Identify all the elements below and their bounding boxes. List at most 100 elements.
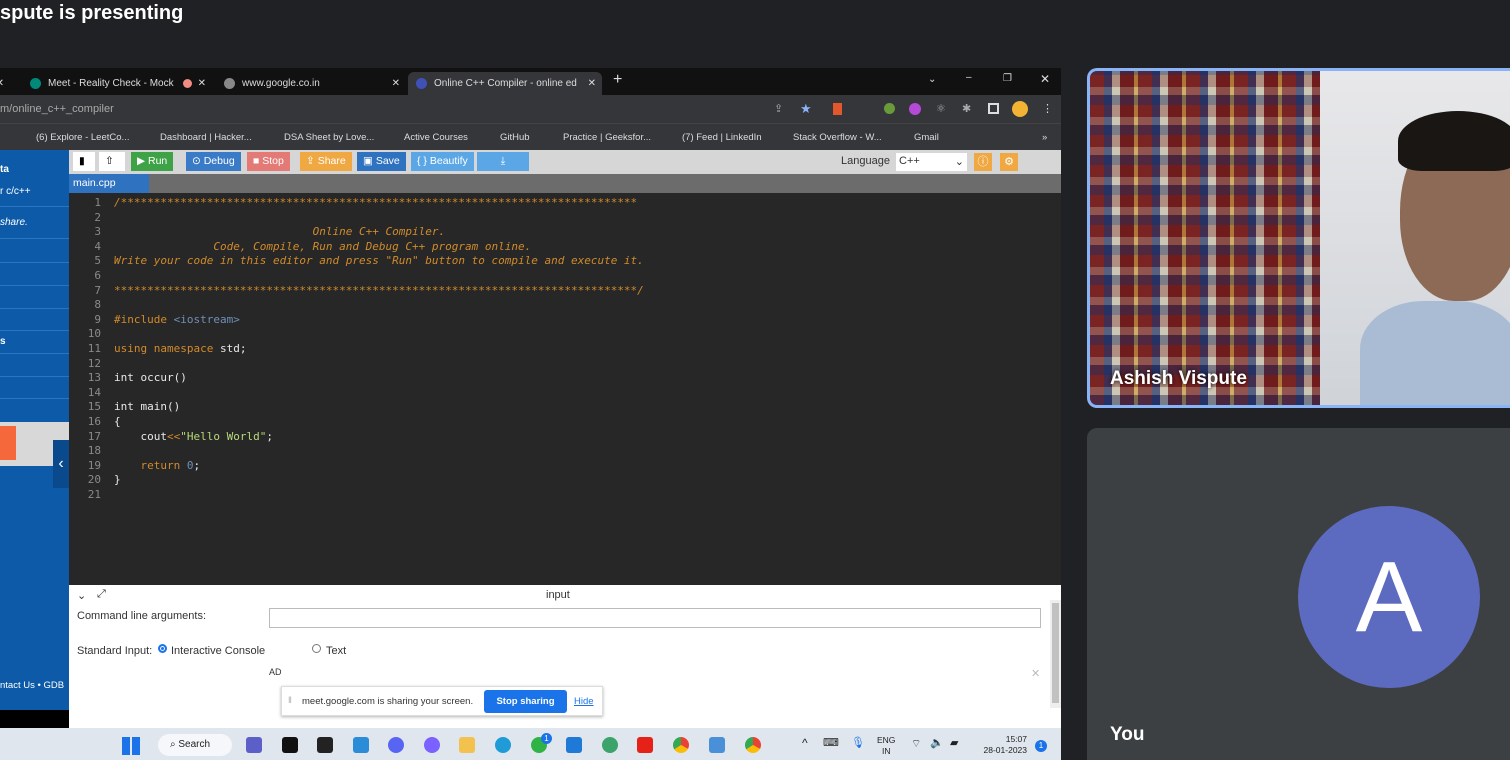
sidebar-item[interactable]: s	[0, 336, 6, 347]
upload-button[interactable]: ⇧	[99, 152, 125, 171]
language-select[interactable]: C++ ⌄	[896, 153, 967, 171]
vscode-icon[interactable]	[566, 737, 582, 753]
radio-text[interactable]	[312, 644, 321, 653]
code-line[interactable]: return 0;	[114, 459, 200, 472]
tab-google[interactable]: www.google.co.in ✕	[216, 72, 406, 95]
tab-meet[interactable]: Meet - Reality Check - Mock ✕	[22, 72, 212, 95]
radio-console[interactable]	[158, 644, 167, 653]
bookmark[interactable]: Gmail	[914, 124, 939, 151]
close-icon[interactable]: ✕	[0, 72, 4, 95]
menu-icon[interactable]: ⋮	[1042, 95, 1053, 123]
address-bar[interactable]: m/online_c++_compiler ⇪ ★ ⚛ ✱ ⋮	[0, 95, 1061, 123]
code-line[interactable]: using namespace std;	[114, 342, 246, 355]
expand-icon[interactable]: ⤢	[97, 588, 106, 601]
minimize-button[interactable]: –	[966, 72, 972, 83]
youtube-icon[interactable]	[637, 737, 653, 753]
bookmark[interactable]: Dashboard | Hacker...	[160, 124, 252, 151]
volume-icon[interactable]: 🔈	[930, 736, 944, 749]
share-button[interactable]: ⇪ Share	[300, 152, 352, 171]
keyboard-icon[interactable]: ⌨	[823, 736, 839, 749]
battery-icon[interactable]: ▰	[950, 736, 958, 749]
sidepanel-icon[interactable]	[988, 103, 999, 114]
code-line[interactable]: int occur()	[114, 371, 187, 384]
more-bookmarks-icon[interactable]: »	[1042, 124, 1047, 151]
sidebar-item[interactable]: share.	[0, 217, 28, 228]
self-tile[interactable]: A You	[1087, 428, 1510, 760]
bookmark-star-icon[interactable]: ★	[800, 95, 812, 123]
code-line[interactable]: }	[114, 473, 121, 486]
file-tab-main[interactable]: main.cpp	[69, 174, 149, 193]
hide-link[interactable]: Hide	[574, 696, 594, 707]
radio-text-label[interactable]: Text	[326, 645, 346, 657]
debug-button[interactable]: ⊙ Debug	[186, 152, 241, 171]
edge-icon[interactable]	[495, 737, 511, 753]
show-hidden-icons[interactable]: ^	[802, 736, 808, 750]
clock[interactable]: 15:07 28-01-2023	[975, 734, 1027, 756]
maximize-button[interactable]: ❐	[1003, 73, 1012, 84]
participant-video-tile[interactable]: Ashish Vispute	[1087, 68, 1510, 408]
close-icon[interactable]: ✕	[198, 72, 206, 95]
tab-search-icon[interactable]: ⌄	[928, 74, 936, 85]
footer-links[interactable]: ntact Us • GDB	[0, 680, 64, 691]
bookmark[interactable]: DSA Sheet by Love...	[284, 124, 374, 151]
code-line[interactable]: Online C++ Compiler.	[114, 225, 445, 238]
collapse-icon[interactable]: ⌄	[77, 589, 86, 602]
monitor-icon[interactable]	[353, 737, 369, 753]
chrome-icon[interactable]	[673, 737, 689, 753]
stop-button[interactable]: ■ Stop	[247, 152, 290, 171]
react-icon[interactable]: ⚛	[936, 95, 946, 123]
code-line[interactable]: int main()	[114, 400, 180, 413]
share-icon[interactable]: ⇪	[774, 95, 783, 123]
bookmark[interactable]: Practice | Geeksfor...	[563, 124, 651, 151]
code-line[interactable]: Write your code in this editor and press…	[114, 254, 644, 267]
bookmark[interactable]: GitHub	[500, 124, 530, 151]
beautify-button[interactable]: { } Beautify	[411, 152, 474, 171]
notification-center[interactable]: 1	[1035, 740, 1047, 752]
radio-console-label[interactable]: Interactive Console	[171, 645, 265, 657]
mic-icon[interactable]: 🎙	[851, 736, 865, 749]
windows-start-icon[interactable]	[122, 737, 140, 755]
extensions-icon[interactable]: ✱	[962, 95, 971, 123]
notepad-icon[interactable]	[709, 737, 725, 753]
chrome-profile-icon[interactable]	[745, 737, 761, 753]
extension-icon[interactable]	[884, 103, 895, 114]
code-line[interactable]: #include <iostream>	[114, 313, 240, 326]
cmd-icon[interactable]	[317, 737, 333, 753]
terminal-icon[interactable]	[282, 737, 298, 753]
extension-icon[interactable]	[909, 103, 921, 115]
drag-handle-icon[interactable]: ‖	[288, 695, 292, 706]
bookmark[interactable]: (6) Explore - LeetCo...	[36, 124, 129, 151]
scrollbar[interactable]	[1050, 600, 1061, 708]
bookmark[interactable]: Active Courses	[404, 124, 468, 151]
file-explorer-icon[interactable]	[459, 737, 475, 753]
bookmark[interactable]: (7) Feed | LinkedIn	[682, 124, 762, 151]
taskbar-search[interactable]: ⌕ Search	[158, 734, 232, 756]
code-line[interactable]: {	[114, 415, 121, 428]
close-icon[interactable]: ✕	[588, 72, 596, 95]
tab-partial[interactable]: ✕	[0, 72, 10, 95]
teams-icon[interactable]	[246, 737, 262, 753]
code-line[interactable]: cout<<"Hello World";	[114, 430, 272, 443]
info-button[interactable]: ⓘ	[974, 153, 992, 171]
new-file-button[interactable]: ▮	[73, 152, 95, 171]
sidebar-item[interactable]: r c/c++	[0, 186, 31, 197]
close-icon[interactable]: ✕	[392, 72, 400, 95]
download-button[interactable]: ⤓	[477, 152, 529, 171]
profile-avatar[interactable]	[1012, 101, 1028, 117]
wifi-icon[interactable]: ⌔	[911, 737, 921, 751]
code-line[interactable]: /***************************************…	[114, 196, 637, 209]
close-window-button[interactable]: ✕	[1040, 72, 1050, 86]
run-button[interactable]: ▶ Run	[131, 152, 174, 171]
close-ad-icon[interactable]: ✕	[1031, 667, 1040, 680]
extension-icon[interactable]	[833, 103, 842, 115]
language-indicator[interactable]: ENG IN	[877, 735, 895, 757]
discord-icon[interactable]	[388, 737, 404, 753]
settings-button[interactable]: ⚙	[1000, 153, 1018, 171]
save-button[interactable]: ▣ Save	[357, 152, 406, 171]
sidebar-item[interactable]: ta	[0, 164, 9, 175]
app-icon[interactable]	[424, 737, 440, 753]
cmd-args-input[interactable]	[269, 608, 1041, 628]
bookmark[interactable]: Stack Overflow - W...	[793, 124, 882, 151]
stop-sharing-button[interactable]: Stop sharing	[484, 690, 567, 713]
tab-compiler[interactable]: Online C++ Compiler - online ed ✕	[408, 72, 602, 95]
